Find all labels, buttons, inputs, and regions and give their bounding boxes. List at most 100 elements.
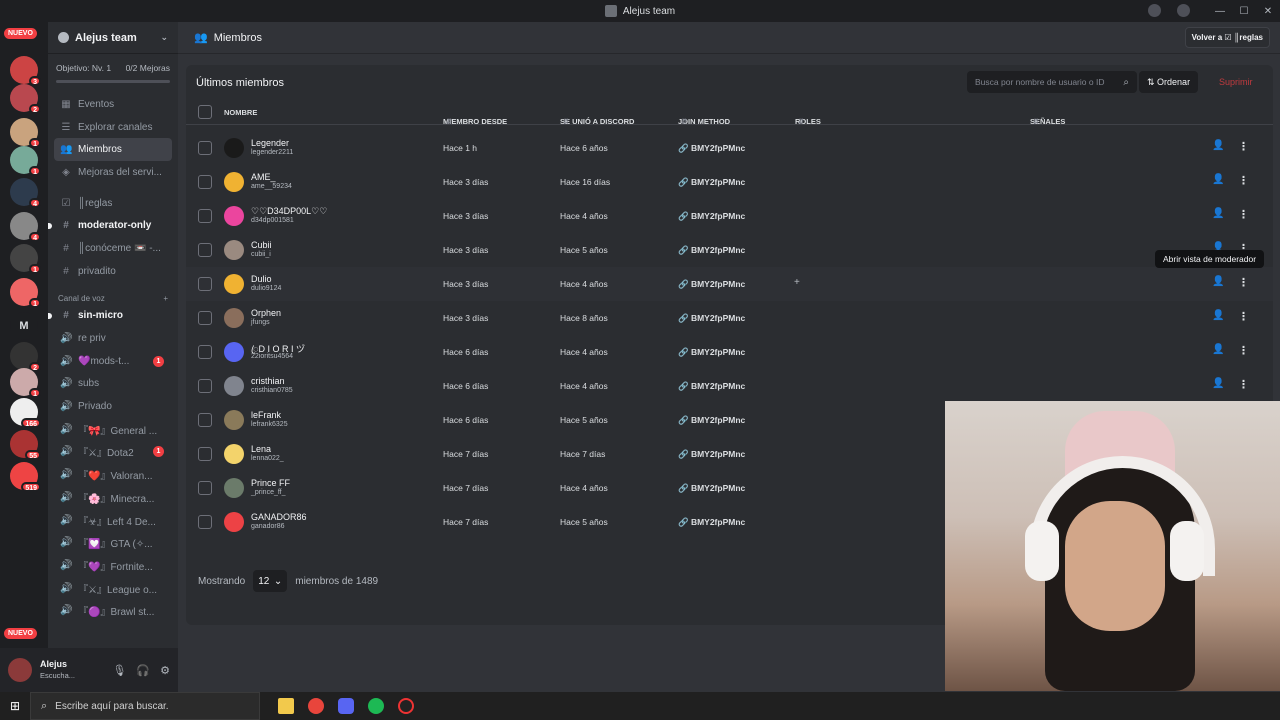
row-checkbox[interactable] <box>198 141 212 155</box>
page-size-select[interactable]: 12 ⌄ <box>253 570 288 592</box>
chrome-icon[interactable] <box>308 698 324 714</box>
member-display-name[interactable]: leFrank <box>251 410 281 420</box>
join-method[interactable]: 🔗 BMY2fpPMnc <box>678 347 745 358</box>
row-checkbox[interactable] <box>198 277 212 291</box>
server-icon[interactable]: 4 <box>10 212 41 242</box>
join-method[interactable]: 🔗 BMY2fpPMnc <box>678 143 745 154</box>
inbox-icon[interactable] <box>1148 4 1161 17</box>
avatar[interactable] <box>8 658 32 682</box>
moderator-view-icon[interactable]: 👤 <box>1212 344 1224 355</box>
server-icon[interactable]: 4 <box>10 178 41 208</box>
join-method[interactable]: 🔗 BMY2fpPMnc <box>678 517 745 528</box>
add-channel-icon[interactable]: + <box>163 294 168 303</box>
member-display-name[interactable]: cristhian <box>251 376 285 386</box>
voice-channel[interactable]: 🔊 『💟』GTA (✧... <box>48 531 178 554</box>
join-method[interactable]: 🔗 BMY2fpPMnc <box>678 381 745 392</box>
join-method[interactable]: 🔗 BMY2fpPMnc <box>678 279 745 290</box>
server-icon[interactable]: 519 <box>10 462 41 492</box>
voice-channel[interactable]: 🔊 subs <box>48 373 178 396</box>
member-display-name[interactable]: Orphen <box>251 308 281 318</box>
row-checkbox[interactable] <box>198 345 212 359</box>
server-icon[interactable]: M <box>10 312 38 340</box>
server-icon[interactable]: 1 <box>10 278 41 308</box>
windows-start-icon[interactable]: ⊞ <box>0 699 30 713</box>
table-row[interactable]: Dulio dulio9124 Hace 3 días Hace 4 años 🔗 BM… <box>186 267 1273 301</box>
row-checkbox[interactable] <box>198 175 212 189</box>
join-method[interactable]: 🔗 BMY2fpPMnc <box>678 177 745 188</box>
minimize-button[interactable]: — <box>1208 6 1232 17</box>
row-checkbox[interactable] <box>198 379 212 393</box>
voice-channel[interactable]: 🔊 『❤️』Valoran... <box>48 463 178 486</box>
member-display-name[interactable]: Lena <box>251 444 271 454</box>
avatar[interactable] <box>224 444 244 464</box>
voice-channel[interactable]: 🔊 『☣』Left 4 De... <box>48 509 178 532</box>
more-options-icon[interactable]: ⋮ <box>1238 174 1249 187</box>
col-name[interactable]: NOMBRE <box>224 108 257 117</box>
avatar[interactable] <box>224 240 244 260</box>
voice-channel[interactable]: 🔊 💜mods-t... 1 <box>48 350 178 373</box>
table-row[interactable]: Legender legender2211 Hace 1 h Hace 6 años 🔗… <box>186 131 1273 165</box>
file-explorer-icon[interactable] <box>278 698 294 714</box>
member-search-input[interactable]: Busca por nombre de usuario o ID ⌕ <box>967 71 1137 93</box>
channel-moderator-only[interactable]: # moderator-only <box>48 214 178 237</box>
delete-button[interactable]: Suprimir <box>1211 71 1261 93</box>
row-checkbox[interactable] <box>198 481 212 495</box>
row-checkbox[interactable] <box>198 311 212 325</box>
boost-objective[interactable]: Objetivo: Nv. 1 0/2 Mejoras <box>48 54 178 77</box>
close-button[interactable]: ✕ <box>1256 6 1280 17</box>
row-checkbox[interactable] <box>198 515 212 529</box>
table-row[interactable]: Cubii cubii_i Hace 3 días Hace 5 años 🔗 BMY2… <box>186 233 1273 267</box>
avatar[interactable] <box>224 274 244 294</box>
voice-channel[interactable]: 🔊 re priv <box>48 327 178 350</box>
voice-channel[interactable]: 🔊 『🌸』Minecra... <box>48 486 178 509</box>
headphones-icon[interactable]: 🎧 <box>136 664 150 677</box>
back-to-channel-button[interactable]: Volver a ☑ ║reglas <box>1184 27 1270 48</box>
join-method[interactable]: 🔗 BMY2fpPMnc <box>678 483 745 494</box>
table-row[interactable]: Orphen jfungs Hace 3 días Hace 8 años 🔗 BMY2… <box>186 301 1273 335</box>
server-icon[interactable]: 1 <box>10 118 41 148</box>
join-method[interactable]: 🔗 BMY2fpPMnc <box>678 415 745 426</box>
join-method[interactable]: 🔗 BMY2fpPMnc <box>678 211 745 222</box>
row-checkbox[interactable] <box>198 447 212 461</box>
server-icon[interactable]: 55 <box>10 430 41 460</box>
table-row[interactable]: ♡♡D34DP00L♡♡ d34dp001581 Hace 3 días Hace 4… <box>186 199 1273 233</box>
moderator-view-icon[interactable]: 👤 <box>1212 140 1224 151</box>
member-display-name[interactable]: Legender <box>251 138 289 148</box>
avatar[interactable] <box>224 478 244 498</box>
server-icon[interactable]: 2 <box>10 84 41 114</box>
more-options-icon[interactable]: ⋮ <box>1238 276 1249 289</box>
more-options-icon[interactable]: ⋮ <box>1238 378 1249 391</box>
discord-icon[interactable] <box>338 698 354 714</box>
voice-channel[interactable]: 🔊 『⚔』Dota2 1 <box>48 441 178 464</box>
nav-browse-channels[interactable]: ☰ Explorar canales <box>48 116 178 139</box>
nav-members[interactable]: 👥 Miembros <box>54 138 172 162</box>
more-options-icon[interactable]: ⋮ <box>1238 140 1249 153</box>
row-checkbox[interactable] <box>198 243 212 257</box>
avatar[interactable] <box>224 376 244 396</box>
moderator-view-icon[interactable]: 👤 <box>1212 310 1224 321</box>
avatar[interactable] <box>224 206 244 226</box>
member-display-name[interactable]: AME_ <box>251 172 276 182</box>
voice-channel[interactable]: 🔊 『💜』Fortnite... <box>48 554 178 577</box>
server-icon[interactable]: 1 <box>10 146 41 176</box>
microphone-icon[interactable]: 🎙 <box>112 664 126 677</box>
avatar[interactable] <box>224 410 244 430</box>
moderator-view-icon[interactable]: 👤 <box>1212 378 1224 389</box>
select-all-checkbox[interactable] <box>198 105 212 119</box>
obs-icon[interactable] <box>398 698 414 714</box>
more-options-icon[interactable]: ⋮ <box>1238 310 1249 323</box>
avatar[interactable] <box>224 138 244 158</box>
more-options-icon[interactable]: ⋮ <box>1238 344 1249 357</box>
taskbar-search-input[interactable]: ⌕ Escribe aquí para buscar. <box>30 692 260 720</box>
table-row[interactable]: ꦿD I O R I ヅ 22ioritsu4564 Hace 6 días Hace… <box>186 335 1273 369</box>
voice-channel[interactable]: 🔊 『🟣』Brawl st... <box>48 599 178 622</box>
avatar[interactable] <box>224 512 244 532</box>
member-display-name[interactable]: Prince FF <box>251 478 290 488</box>
server-header[interactable]: Alejus team ⌄ <box>48 22 178 54</box>
gear-icon[interactable]: ⚙ <box>160 664 170 677</box>
voice-channel[interactable]: 🔊 Privado <box>48 395 178 418</box>
channel-conoceme[interactable]: # ║conóceme 📼 -... <box>48 237 178 260</box>
join-method[interactable]: 🔗 BMY2fpPMnc <box>678 313 745 324</box>
more-options-icon[interactable]: ⋮ <box>1238 208 1249 221</box>
voice-channel[interactable]: 🔊 『🎀』General ... <box>48 418 178 441</box>
